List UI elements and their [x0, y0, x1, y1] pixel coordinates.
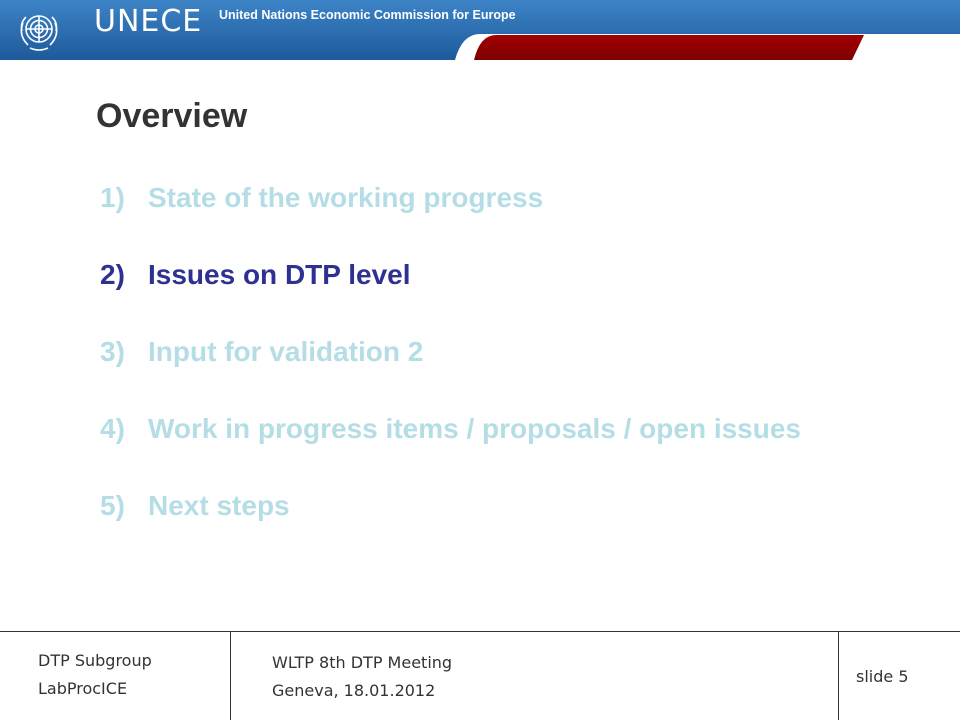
- agenda-text: Issues on DTP level: [148, 259, 411, 290]
- slide-title: Overview: [96, 97, 248, 135]
- agenda-number: 5): [100, 490, 125, 521]
- footer-divider: [838, 632, 839, 720]
- slide-number: slide 5: [856, 667, 909, 686]
- agenda-text: State of the working progress: [148, 182, 544, 213]
- agenda-number: 3): [100, 336, 125, 367]
- brand-name: UNECE: [94, 4, 203, 39]
- slide-footer: DTP Subgroup LabProcICE WLTP 8th DTP Mee…: [0, 631, 960, 720]
- agenda-text: Work in progress items / proposals / ope…: [148, 413, 801, 444]
- agenda-list: 1) State of the working progress 2) Issu…: [100, 178, 801, 563]
- agenda-item-1: 1) State of the working progress: [100, 178, 801, 255]
- un-emblem-icon: [14, 5, 64, 55]
- agenda-text: Next steps: [148, 490, 290, 521]
- footer-divider: [230, 632, 231, 720]
- footer-group-sub: LabProcICE: [38, 679, 128, 698]
- agenda-number: 2): [100, 259, 125, 290]
- footer-date: Geneva, 18.01.2012: [272, 681, 436, 700]
- agenda-item-2: 2) Issues on DTP level: [100, 255, 801, 332]
- brand-fullname: United Nations Economic Commission for E…: [219, 8, 516, 22]
- footer-group-name: DTP Subgroup: [38, 651, 152, 670]
- slide: UNECE United Nations Economic Commission…: [0, 0, 960, 720]
- header-banner: UNECE United Nations Economic Commission…: [0, 0, 960, 60]
- footer-meeting: WLTP 8th DTP Meeting: [272, 653, 453, 672]
- agenda-text: Input for validation 2: [148, 336, 424, 367]
- agenda-item-5: 5) Next steps: [100, 486, 801, 563]
- agenda-number: 4): [100, 413, 125, 444]
- agenda-item-3: 3) Input for validation 2: [100, 332, 801, 409]
- agenda-number: 1): [100, 182, 125, 213]
- agenda-item-4: 4) Work in progress items / proposals / …: [100, 409, 801, 486]
